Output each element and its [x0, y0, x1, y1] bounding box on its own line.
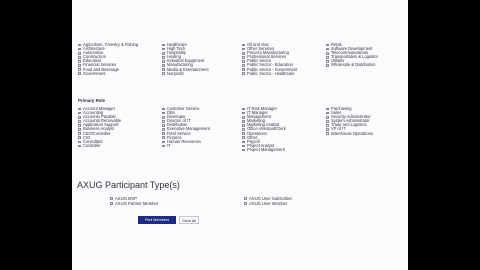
checkbox[interactable]	[110, 197, 113, 200]
checkbox[interactable]	[242, 124, 245, 127]
checkbox[interactable]	[242, 148, 245, 152]
checkbox[interactable]	[242, 47, 245, 51]
participant-type-option[interactable]: AXUG User Member	[244, 201, 384, 206]
checkbox[interactable]	[78, 64, 81, 67]
primary-role-label: Primary Role	[78, 98, 106, 103]
checkbox[interactable]	[242, 115, 245, 119]
checkbox[interactable]	[326, 51, 329, 55]
checkbox[interactable]	[162, 111, 165, 115]
checkbox[interactable]	[242, 72, 245, 75]
checkbox[interactable]	[244, 202, 247, 206]
industry-option-label: Nonprofit	[166, 70, 184, 76]
checkbox[interactable]	[326, 132, 329, 135]
checkbox[interactable]	[162, 64, 165, 67]
checkbox[interactable]	[326, 107, 329, 111]
industry-option[interactable]: Public Sector - Healthcare	[242, 70, 326, 76]
checkbox[interactable]	[242, 51, 245, 55]
role-option-label: Project Management	[246, 146, 285, 152]
participant-type-option-label: AXUG User Member	[248, 200, 288, 206]
participant-type-option[interactable]: AXUG Partner Member	[110, 201, 244, 206]
checkbox[interactable]	[242, 56, 245, 59]
participant-type-option-label: AXUG Partner Member	[114, 200, 159, 206]
checkbox[interactable]	[78, 47, 81, 51]
industry-option-label: Public Sector - Healthcare	[246, 70, 295, 76]
checkbox[interactable]	[78, 60, 81, 63]
checkbox[interactable]	[242, 68, 245, 71]
checkbox[interactable]	[326, 111, 329, 115]
industry-checklist: Agriculture, Forestry & Fishing Healthcar…	[78, 42, 404, 76]
checkbox[interactable]	[162, 128, 165, 131]
role-option[interactable]: Project Management	[242, 146, 326, 152]
participant-type-checklist: AXUG MVP AXUG User Subscriber AXUG Partner…	[110, 196, 400, 206]
checkbox[interactable]	[78, 111, 81, 115]
checkbox[interactable]	[78, 140, 81, 144]
checkbox[interactable]	[326, 124, 329, 127]
checkbox[interactable]	[78, 128, 81, 131]
checkbox[interactable]	[78, 56, 81, 59]
checkbox[interactable]	[78, 68, 81, 71]
checkbox[interactable]	[78, 132, 81, 135]
checkbox[interactable]	[242, 120, 245, 123]
empty-cell	[162, 148, 242, 152]
checkbox[interactable]	[242, 60, 245, 63]
checkbox[interactable]	[242, 140, 245, 144]
checkbox[interactable]	[78, 144, 81, 148]
checkbox[interactable]	[162, 136, 165, 139]
checkbox[interactable]	[162, 140, 165, 144]
checkbox[interactable]	[162, 115, 165, 119]
checkbox[interactable]	[78, 136, 81, 139]
role-checklist: Account Manager Customer Service IT Risk M…	[78, 106, 404, 152]
checkbox[interactable]	[242, 107, 245, 111]
checkbox[interactable]	[162, 68, 165, 71]
empty-cell	[78, 148, 162, 152]
checkbox[interactable]	[162, 72, 165, 75]
checkbox[interactable]	[326, 56, 329, 59]
checkbox[interactable]	[326, 120, 329, 123]
checkbox[interactable]	[326, 43, 329, 47]
checkbox[interactable]	[244, 197, 247, 200]
checkbox[interactable]	[78, 72, 81, 75]
checkbox[interactable]	[78, 107, 81, 111]
industry-option[interactable]: Government	[78, 70, 162, 76]
clear-all-button[interactable]: Clear All	[179, 216, 199, 224]
checkbox[interactable]	[242, 132, 245, 135]
checkbox[interactable]	[162, 124, 165, 127]
checkbox[interactable]	[242, 136, 245, 139]
checkbox[interactable]	[242, 64, 245, 67]
checkbox[interactable]	[78, 124, 81, 127]
checkbox[interactable]	[162, 107, 165, 111]
checkbox[interactable]	[162, 144, 165, 148]
participant-type-heading: AXUG Participant Type(s)	[77, 180, 180, 190]
checkbox[interactable]	[326, 64, 329, 67]
checkbox[interactable]	[326, 115, 329, 119]
checkbox[interactable]	[162, 120, 165, 123]
checkbox[interactable]	[110, 202, 113, 206]
checkbox[interactable]	[242, 43, 245, 47]
industry-option-label: Government	[82, 70, 106, 76]
checkbox[interactable]	[162, 43, 165, 47]
checkbox[interactable]	[162, 56, 165, 59]
checkbox[interactable]	[162, 51, 165, 55]
checkbox[interactable]	[162, 47, 165, 51]
checkbox[interactable]	[78, 43, 81, 47]
checkbox[interactable]	[326, 47, 329, 51]
checkbox[interactable]	[242, 144, 245, 148]
industry-option[interactable]: Nonprofit	[162, 70, 242, 76]
find-members-button[interactable]: Find Members	[138, 216, 176, 224]
checkbox[interactable]	[326, 128, 329, 131]
empty-cell	[326, 72, 404, 76]
checkbox[interactable]	[78, 120, 81, 123]
checkbox[interactable]	[326, 60, 329, 63]
checkbox[interactable]	[162, 132, 165, 135]
checkbox[interactable]	[242, 111, 245, 115]
checkbox[interactable]	[78, 51, 81, 55]
checkbox[interactable]	[78, 115, 81, 119]
checkbox[interactable]	[242, 128, 245, 131]
form-panel: Agriculture, Forestry & Fishing Healthcar…	[72, 0, 408, 270]
empty-cell	[326, 148, 404, 152]
checkbox[interactable]	[162, 60, 165, 63]
